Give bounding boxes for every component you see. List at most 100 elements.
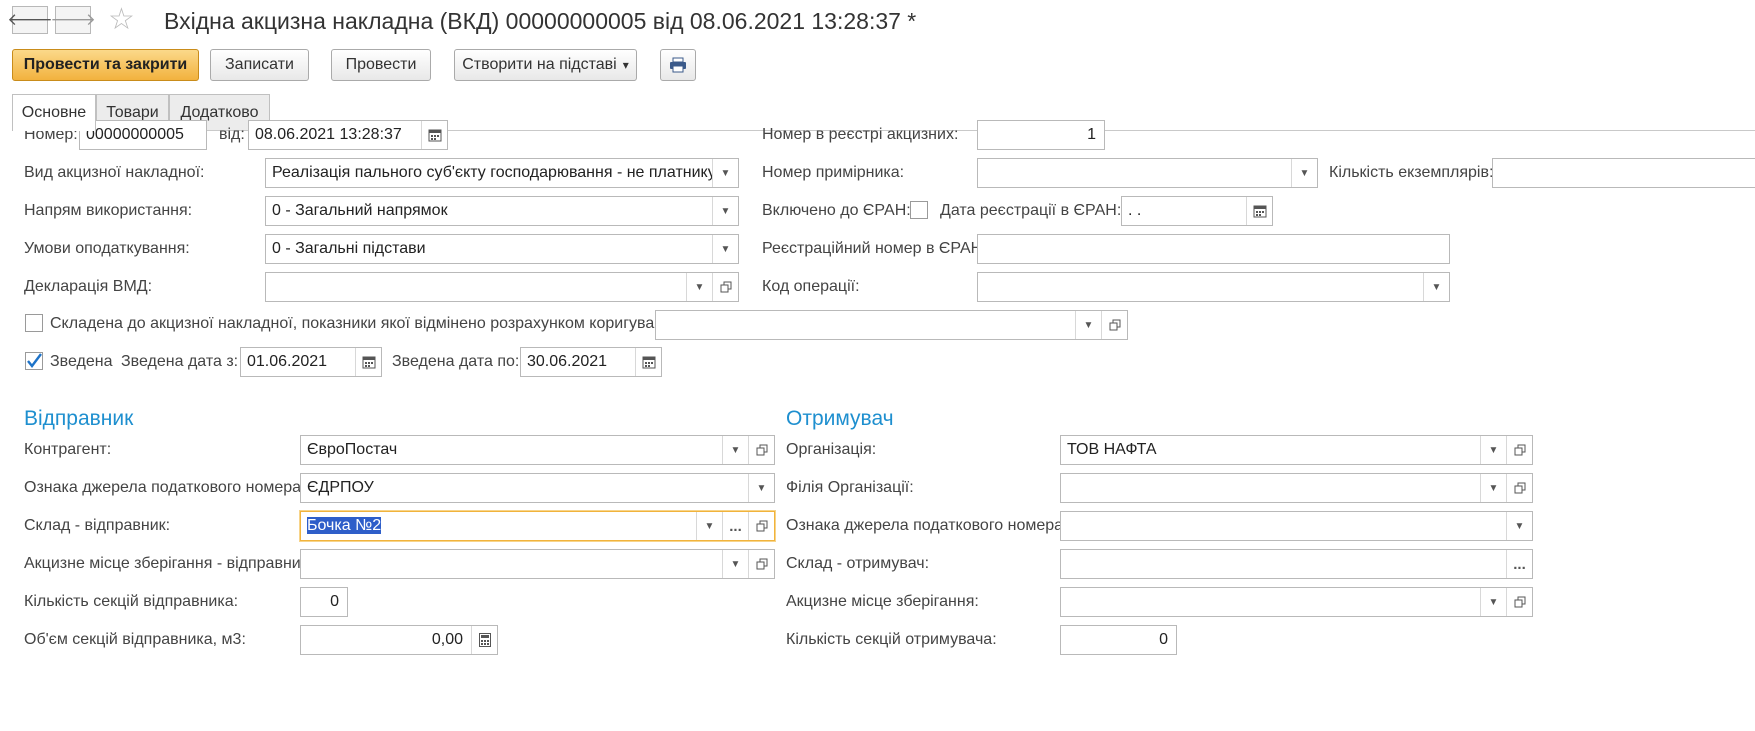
sender-counterparty-label: Контрагент: <box>24 441 112 458</box>
tax-terms-value: 0 - Загальні підстави <box>272 240 426 257</box>
receiver-warehouse-select[interactable]: ... <box>1060 549 1533 579</box>
dropdown-icon[interactable]: ▼ <box>686 273 712 301</box>
receiver-organization-select[interactable]: ТОВ НАФТА ▼ <box>1060 435 1533 465</box>
receiver-warehouse-label: Склад - отримувач: <box>786 555 930 572</box>
receiver-organization-label: Організація: <box>786 441 877 458</box>
date-field[interactable]: 08.06.2021 13:28:37 <box>248 120 448 150</box>
arrow-right-icon: 🡒 <box>50 10 96 29</box>
number-field[interactable]: 00000000005 <box>79 120 207 150</box>
correction-checkbox[interactable] <box>25 314 43 332</box>
sender-sections-volume-value: 0,00 <box>431 631 463 648</box>
sender-excise-place-select[interactable]: ▼ <box>300 549 775 579</box>
tax-terms-select[interactable]: 0 - Загальні підстави ▼ <box>265 234 739 264</box>
sender-sections-count-value: 0 <box>330 593 339 610</box>
back-button[interactable]: 🡐 <box>7 6 53 34</box>
eran-date-label: Дата реєстрації в ЄРАН: <box>940 202 1122 219</box>
consolidated-from-label: Зведена дата з: <box>121 353 239 370</box>
eran-date-value: . . <box>1128 202 1142 219</box>
copies-count-field[interactable] <box>1492 158 1755 188</box>
sender-counterparty-select[interactable]: ЄвроПостач ▼ <box>300 435 775 465</box>
dropdown-icon[interactable]: ▼ <box>696 512 722 540</box>
included-eran-checkbox[interactable] <box>910 201 928 219</box>
registry-number-field[interactable]: 1 <box>977 120 1105 150</box>
customs-decl-select[interactable]: ▼ <box>265 272 739 302</box>
eran-regnum-label: Реєстраційний номер в ЄРАН: <box>762 240 987 257</box>
open-window-icon[interactable] <box>1506 588 1532 616</box>
eran-regnum-field[interactable] <box>977 234 1450 264</box>
dropdown-icon[interactable]: ▼ <box>1480 474 1506 502</box>
receiver-sections-count-field[interactable]: 0 <box>1060 625 1177 655</box>
receiver-branch-select[interactable]: ▼ <box>1060 473 1533 503</box>
select-more-icon[interactable]: ... <box>1506 550 1532 578</box>
sender-excise-place-label: Акцизне місце зберігання - відправник: <box>24 555 313 572</box>
direction-select[interactable]: 0 - Загальний напрямок ▼ <box>265 196 739 226</box>
post-button[interactable]: Провести <box>331 49 431 81</box>
dropdown-icon[interactable]: ▼ <box>1480 436 1506 464</box>
post-and-close-button[interactable]: Провести та закрити <box>12 49 199 81</box>
open-window-icon[interactable] <box>1506 436 1532 464</box>
dropdown-icon[interactable]: ▼ <box>712 159 738 187</box>
invoice-type-select[interactable]: Реалізація пального суб'єкту господарюва… <box>265 158 739 188</box>
arrow-left-icon: 🡐 <box>7 10 53 29</box>
consolidated-from-value: 01.06.2021 <box>247 353 328 370</box>
sender-sections-volume-field[interactable]: 0,00 <box>300 625 498 655</box>
open-window-icon[interactable] <box>748 512 774 540</box>
correction-select[interactable]: ▼ <box>655 310 1128 340</box>
create-based-on-button[interactable]: Створити на підставі ▾ <box>454 49 637 81</box>
dropdown-icon[interactable]: ▼ <box>1480 588 1506 616</box>
sender-tax-source-select[interactable]: ЄДРПОУ ▼ <box>300 473 775 503</box>
open-window-icon[interactable] <box>712 273 738 301</box>
receiver-excise-place-label: Акцизне місце зберігання: <box>786 593 979 610</box>
dropdown-icon[interactable]: ▼ <box>1423 273 1449 301</box>
dropdown-icon[interactable]: ▼ <box>722 550 748 578</box>
open-window-icon[interactable] <box>1506 474 1532 502</box>
sender-warehouse-value: Бочка №2 <box>307 517 382 534</box>
sender-warehouse-select[interactable]: Бочка №2 ▼ ... <box>300 511 775 541</box>
create-based-on-label: Створити на підставі <box>462 56 617 73</box>
tab-main[interactable]: Основне <box>12 94 96 131</box>
receiver-excise-place-select[interactable]: ▼ <box>1060 587 1533 617</box>
sender-tax-source-value: ЄДРПОУ <box>307 479 374 496</box>
checkmark-icon <box>26 353 42 369</box>
dropdown-icon[interactable]: ▼ <box>712 197 738 225</box>
dropdown-icon[interactable]: ▼ <box>748 474 774 502</box>
consolidated-checkbox[interactable] <box>25 352 43 370</box>
favorite-star-icon[interactable]: ☆ <box>108 3 135 37</box>
included-eran-label: Включено до ЄРАН: <box>762 202 911 219</box>
sender-section-title: Відправник <box>24 407 134 430</box>
eran-date-field[interactable]: . . <box>1121 196 1273 226</box>
receiver-branch-label: Філія Організації: <box>786 479 914 496</box>
dropdown-icon[interactable]: ▼ <box>712 235 738 263</box>
invoice-type-value: Реалізація пального суб'єкту господарюва… <box>272 164 712 181</box>
dropdown-icon[interactable]: ▼ <box>722 436 748 464</box>
dropdown-icon[interactable]: ▼ <box>1075 311 1101 339</box>
receiver-tax-source-select[interactable]: ▼ <box>1060 511 1533 541</box>
calculator-icon[interactable] <box>471 626 497 654</box>
receiver-organization-value: ТОВ НАФТА <box>1067 441 1157 458</box>
receiver-sections-count-label: Кількість секцій отримувача: <box>786 631 997 648</box>
correction-label: Складена до акцизної накладної, показник… <box>50 315 681 332</box>
calendar-icon[interactable] <box>355 348 381 376</box>
open-window-icon[interactable] <box>1101 311 1127 339</box>
open-window-icon[interactable] <box>748 436 774 464</box>
calendar-icon[interactable] <box>1246 197 1272 225</box>
forward-button[interactable]: 🡒 <box>50 6 96 34</box>
print-button[interactable] <box>660 49 696 81</box>
sender-sections-volume-label: Об'єм секцій відправника, м3: <box>24 631 246 648</box>
calendar-icon[interactable] <box>421 121 447 149</box>
copy-number-select[interactable]: ▼ <box>977 158 1318 188</box>
save-button[interactable]: Записати <box>210 49 309 81</box>
consolidated-to-field[interactable]: 30.06.2021 <box>520 347 662 377</box>
sender-sections-count-field[interactable]: 0 <box>300 587 348 617</box>
invoice-type-label: Вид акцизної накладної: <box>24 164 205 181</box>
calendar-icon[interactable] <box>635 348 661 376</box>
direction-label: Напрям використання: <box>24 202 193 219</box>
dropdown-icon[interactable]: ▼ <box>1291 159 1317 187</box>
open-window-icon[interactable] <box>748 550 774 578</box>
dropdown-icon[interactable]: ▼ <box>1506 512 1532 540</box>
number-value: 00000000005 <box>86 126 184 143</box>
consolidated-from-field[interactable]: 01.06.2021 <box>240 347 382 377</box>
select-more-icon[interactable]: ... <box>722 512 748 540</box>
operation-code-select[interactable]: ▼ <box>977 272 1450 302</box>
direction-value: 0 - Загальний напрямок <box>272 202 448 219</box>
